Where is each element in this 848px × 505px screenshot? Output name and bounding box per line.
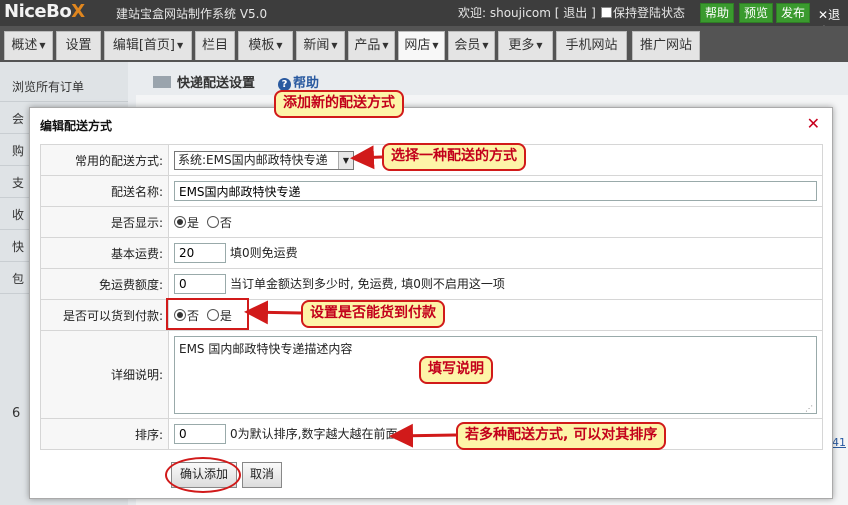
keep-login-checkbox[interactable]: 保持登陆状态	[601, 4, 685, 21]
resize-handle-icon[interactable]: ⋰	[805, 404, 813, 413]
chevron-down-icon: ▼	[338, 151, 353, 169]
form-cell: 当订单金额达到多少时, 免运费, 填0则不启用这一项	[168, 268, 823, 300]
nav-tab-4[interactable]: 模板 ▼	[238, 31, 293, 60]
main-nav: 概述 ▼ 设置 编辑[首页] ▼ 栏目 模板 ▼ 新闻 ▼ 产品 ▼ 网店 ▼ 会员 ▼ 更多 ▼ 手机网站 推广网站	[0, 26, 848, 62]
shipping-icon	[153, 76, 171, 88]
dialog-title: 编辑配送方式	[40, 119, 113, 133]
annotation-confirm-oval	[165, 457, 241, 493]
annotation-set-cod: 设置是否能货到付款	[301, 300, 445, 328]
help-link[interactable]: ? 帮助	[278, 72, 319, 91]
logo: NiceBoX	[4, 1, 85, 22]
section-number: 6	[12, 406, 21, 421]
caret-down-icon: ▼	[39, 41, 46, 50]
annotation-cod-box	[166, 298, 249, 330]
free-amount-label: 免运费额度:	[40, 268, 169, 300]
base-fee-hint: 填0则免运费	[230, 246, 298, 260]
nav-tab-11[interactable]: 推广网站	[632, 31, 700, 60]
cancel-button[interactable]: 取消	[242, 462, 282, 488]
annotation-add-new: 添加新的配送方式	[274, 90, 404, 118]
form-cell: 填0则免运费	[168, 237, 823, 269]
right-link[interactable]: 41	[832, 436, 846, 449]
form-row: 免运费额度: 当订单金额达到多少时, 免运费, 填0则不启用这一项	[40, 268, 823, 300]
caret-down-icon: ▼	[177, 41, 184, 50]
nav-tab-2[interactable]: 编辑[首页] ▼	[104, 31, 192, 60]
nav-tab-10[interactable]: 手机网站	[556, 31, 627, 60]
caret-down-icon: ▼	[432, 41, 439, 50]
base-fee-label: 基本运费:	[40, 237, 169, 269]
free-amount-hint: 当订单金额达到多少时, 免运费, 填0则不启用这一项	[230, 277, 505, 291]
form-row: 排序: 0为默认排序,数字越大越在前面	[40, 418, 823, 450]
caret-down-icon: ▼	[482, 41, 489, 50]
caret-down-icon: ▼	[276, 41, 283, 50]
help-button[interactable]: 帮助	[700, 3, 735, 23]
system-name: 建站宝盒网站制作系统 V5.0	[116, 7, 268, 21]
show-label: 是否显示:	[40, 206, 169, 238]
form-cell	[168, 175, 823, 207]
form-cell: 否 是	[168, 299, 823, 331]
description-textarea[interactable]: EMS 国内邮政特快专递描述内容 ⋰	[174, 335, 817, 414]
sort-label: 排序:	[40, 418, 169, 450]
close-icon[interactable]: ✕	[807, 114, 820, 133]
name-label: 配送名称:	[40, 175, 169, 207]
base-fee-input[interactable]	[174, 243, 226, 263]
page-title: 快递配送设置	[153, 72, 255, 91]
show-yes-label: 是	[187, 215, 200, 230]
nav-tab-8[interactable]: 会员 ▼	[448, 31, 495, 60]
publish-button[interactable]: 发布	[776, 3, 811, 23]
show-no-label: 否	[219, 215, 232, 230]
top-header: NiceBoX 建站宝盒网站制作系统 V5.0 欢迎: shoujicom [ …	[0, 0, 848, 39]
nav-tab-1[interactable]: 设置	[56, 31, 101, 60]
welcome-text[interactable]: 欢迎: shoujicom [ 退出 ]	[458, 4, 596, 21]
show-yes-radio[interactable]	[174, 215, 186, 228]
free-amount-input[interactable]	[174, 274, 226, 294]
nav-tab-9[interactable]: 更多 ▼	[498, 31, 553, 60]
sort-input[interactable]	[174, 424, 226, 444]
desc-label: 详细说明:	[40, 330, 169, 419]
annotation-fill-desc: 填写说明	[419, 356, 493, 384]
preview-button[interactable]: 预览	[739, 3, 774, 23]
name-input[interactable]	[174, 181, 817, 201]
annotation-sort: 若多种配送方式, 可以对其排序	[456, 422, 667, 450]
show-no-radio[interactable]	[206, 215, 219, 228]
sidebar-item[interactable]: 浏览所有订单	[0, 72, 128, 102]
cod-label: 是否可以货到付款:	[40, 299, 169, 331]
nav-tab-0[interactable]: 概述 ▼	[4, 31, 53, 60]
form-row: 配送名称:	[40, 175, 823, 207]
nav-tab-5[interactable]: 新闻 ▼	[296, 31, 345, 60]
close-icon: ✕	[818, 8, 829, 22]
form-row: 是否显示: 是 否	[40, 206, 823, 238]
caret-down-icon: ▼	[331, 41, 338, 50]
caret-down-icon: ▼	[536, 41, 543, 50]
common-method-label: 常用的配送方式:	[40, 144, 169, 176]
form-row: 基本运费: 填0则免运费	[40, 237, 823, 269]
form-cell: EMS 国内邮政特快专递描述内容 ⋰	[168, 330, 823, 419]
checkbox-icon[interactable]	[601, 7, 612, 18]
form-cell: 是 否	[168, 206, 823, 238]
nav-tab-7[interactable]: 网店 ▼	[398, 31, 445, 60]
sort-hint: 0为默认排序,数字越大越在前面	[230, 427, 398, 441]
annotation-choose-method: 选择一种配送的方式	[382, 143, 526, 171]
caret-down-icon: ▼	[382, 41, 389, 50]
nav-tab-6[interactable]: 产品 ▼	[348, 31, 395, 60]
common-method-select[interactable]: 系统:EMS国内邮政特快专递 ▼	[174, 150, 354, 170]
shipping-form: 常用的配送方式: 系统:EMS国内邮政特快专递▼ 配送名称: 是否显示: 是 否…	[40, 144, 823, 450]
nav-tab-3[interactable]: 栏目	[195, 31, 235, 60]
